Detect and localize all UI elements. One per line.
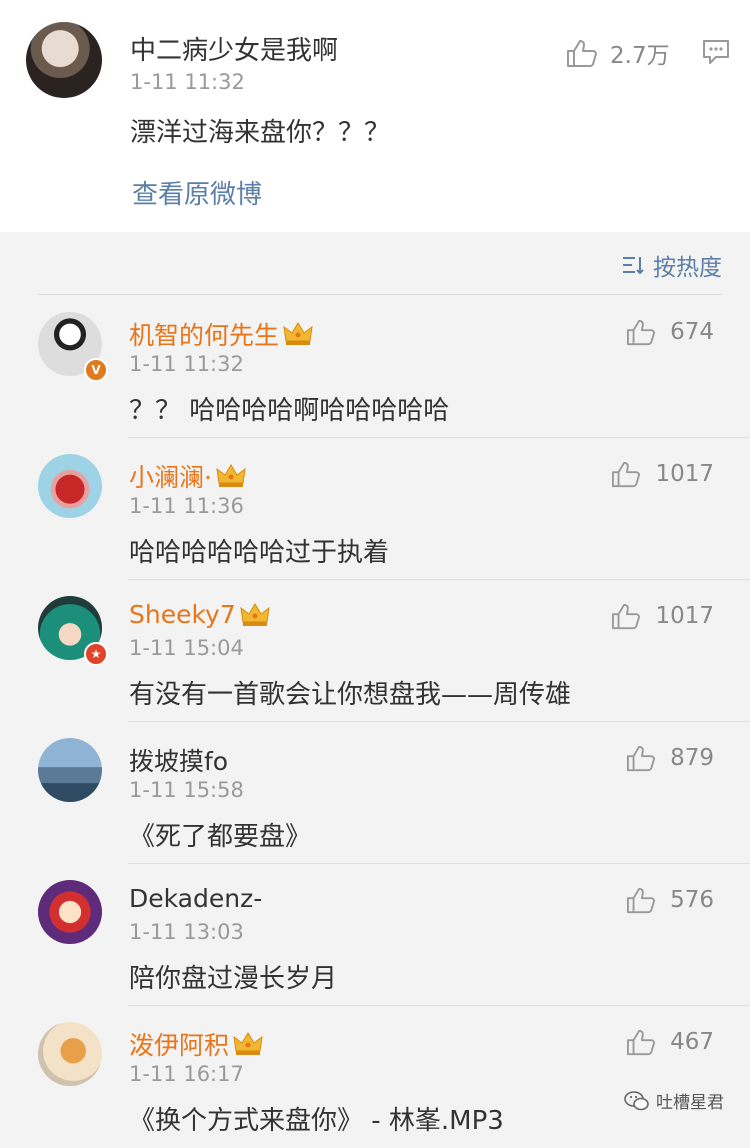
comment-like-count: 467: [670, 1029, 714, 1055]
comment-like-button[interactable]: 1017: [611, 460, 714, 488]
comment-timestamp: 1-11 11:32: [129, 352, 244, 376]
comment-sort-bar: 按热度: [0, 232, 750, 295]
thumbs-up-icon: [627, 319, 656, 346]
comment-like-button[interactable]: 467: [626, 1028, 714, 1056]
watermark: 吐槽星君: [624, 1088, 724, 1113]
comment-timestamp: 1-11 16:17: [129, 1062, 244, 1086]
commenter-name[interactable]: 机智的何先生: [129, 316, 313, 352]
commenter-avatar[interactable]: [38, 880, 102, 944]
comment-button[interactable]: [702, 38, 730, 70]
post-like-count: 2.7万: [610, 43, 670, 69]
view-original-link[interactable]: 查看原微博: [132, 174, 262, 211]
comment-like-count: 576: [670, 887, 714, 913]
comment-like-button[interactable]: 879: [626, 744, 714, 772]
post-author-name[interactable]: 中二病少女是我啊: [130, 30, 338, 67]
comment-like-button[interactable]: 674: [626, 318, 714, 346]
comment-item: Dekadenz- 1-11 13:03 陪你盘过漫长岁月 576: [0, 864, 750, 1006]
thumbs-up-icon: [612, 461, 641, 488]
comment-like-count: 674: [670, 319, 714, 345]
comment-text: 《换个方式来盘你》 - 林峯.MP3: [129, 1106, 504, 1136]
vip-badge: ★: [84, 642, 108, 666]
comment-list: V 机智的何先生 1-11 11:32 ？？ 哈哈哈哈啊哈哈哈哈哈 674 小澜…: [0, 296, 750, 1148]
thumbs-up-icon: [627, 1029, 656, 1056]
sort-icon: [623, 257, 644, 275]
comment-icon: [703, 40, 729, 64]
comment-item: ★ Sheeky7 1-11 15:04 有没有一首歌会让你想盘我——周传雄 1…: [0, 580, 750, 722]
commenter-name[interactable]: 小澜澜·: [129, 458, 246, 494]
comment-timestamp: 1-11 11:36: [129, 494, 244, 518]
comment-timestamp: 1-11 15:04: [129, 636, 244, 660]
post-content: 漂洋过海来盘你？？？: [130, 118, 391, 148]
comment-text: 有没有一首歌会让你想盘我——周传雄: [129, 680, 572, 710]
sort-by-hot-button[interactable]: 按热度: [621, 248, 722, 282]
comment-like-count: 879: [670, 745, 714, 771]
thumbs-up-icon: [567, 40, 597, 67]
commenter-avatar[interactable]: [38, 454, 102, 518]
commenter-name[interactable]: Sheeky7: [129, 600, 270, 629]
post-author-avatar[interactable]: [26, 22, 102, 98]
thumbs-up-icon: [627, 745, 656, 772]
divider: [38, 294, 722, 295]
commenter-avatar[interactable]: [38, 1022, 102, 1086]
thumbs-up-icon: [627, 887, 656, 914]
comment-item: 泼伊阿积 1-11 16:17 《换个方式来盘你》 - 林峯.MP3 467: [0, 1006, 750, 1148]
vip-crown-icon: [233, 1032, 263, 1055]
commenter-name[interactable]: Dekadenz-: [129, 884, 262, 913]
comment-text: 陪你盘过漫长岁月: [129, 964, 338, 994]
original-post: 中二病少女是我啊 1-11 11:32 漂洋过海来盘你？？？ 查看原微博 2.7…: [0, 0, 750, 232]
comment-like-button[interactable]: 576: [626, 886, 714, 914]
commenter-name[interactable]: 拨坡摸fo: [129, 742, 228, 778]
comment-item: 小澜澜· 1-11 11:36 哈哈哈哈哈哈过于执着 1017: [0, 438, 750, 580]
wechat-icon: [624, 1090, 649, 1110]
verified-badge: V: [84, 358, 108, 382]
commenter-name[interactable]: 泼伊阿积: [129, 1026, 263, 1062]
comment-item: V 机智的何先生 1-11 11:32 ？？ 哈哈哈哈啊哈哈哈哈哈 674: [0, 296, 750, 438]
comment-like-count: 1017: [655, 461, 714, 487]
comment-timestamp: 1-11 15:58: [129, 778, 244, 802]
comment-text: 《死了都要盘》: [129, 822, 312, 852]
watermark-label: 吐槽星君: [656, 1093, 724, 1113]
vip-crown-icon: [283, 322, 313, 345]
comment-text: ？？ 哈哈哈哈啊哈哈哈哈哈: [129, 396, 450, 426]
comment-like-count: 1017: [655, 603, 714, 629]
vip-crown-icon: [216, 464, 246, 487]
vip-crown-icon: [240, 602, 270, 626]
commenter-avatar[interactable]: [38, 738, 102, 802]
post-timestamp: 1-11 11:32: [130, 70, 245, 94]
comment-item: 拨坡摸fo 1-11 15:58 《死了都要盘》 879: [0, 722, 750, 864]
comment-text: 哈哈哈哈哈哈过于执着: [129, 538, 390, 568]
sort-label: 按热度: [653, 255, 722, 281]
comment-like-button[interactable]: 1017: [611, 602, 714, 630]
thumbs-up-icon: [612, 603, 641, 630]
comment-timestamp: 1-11 13:03: [129, 920, 244, 944]
post-like-button[interactable]: 2.7万: [566, 36, 670, 70]
